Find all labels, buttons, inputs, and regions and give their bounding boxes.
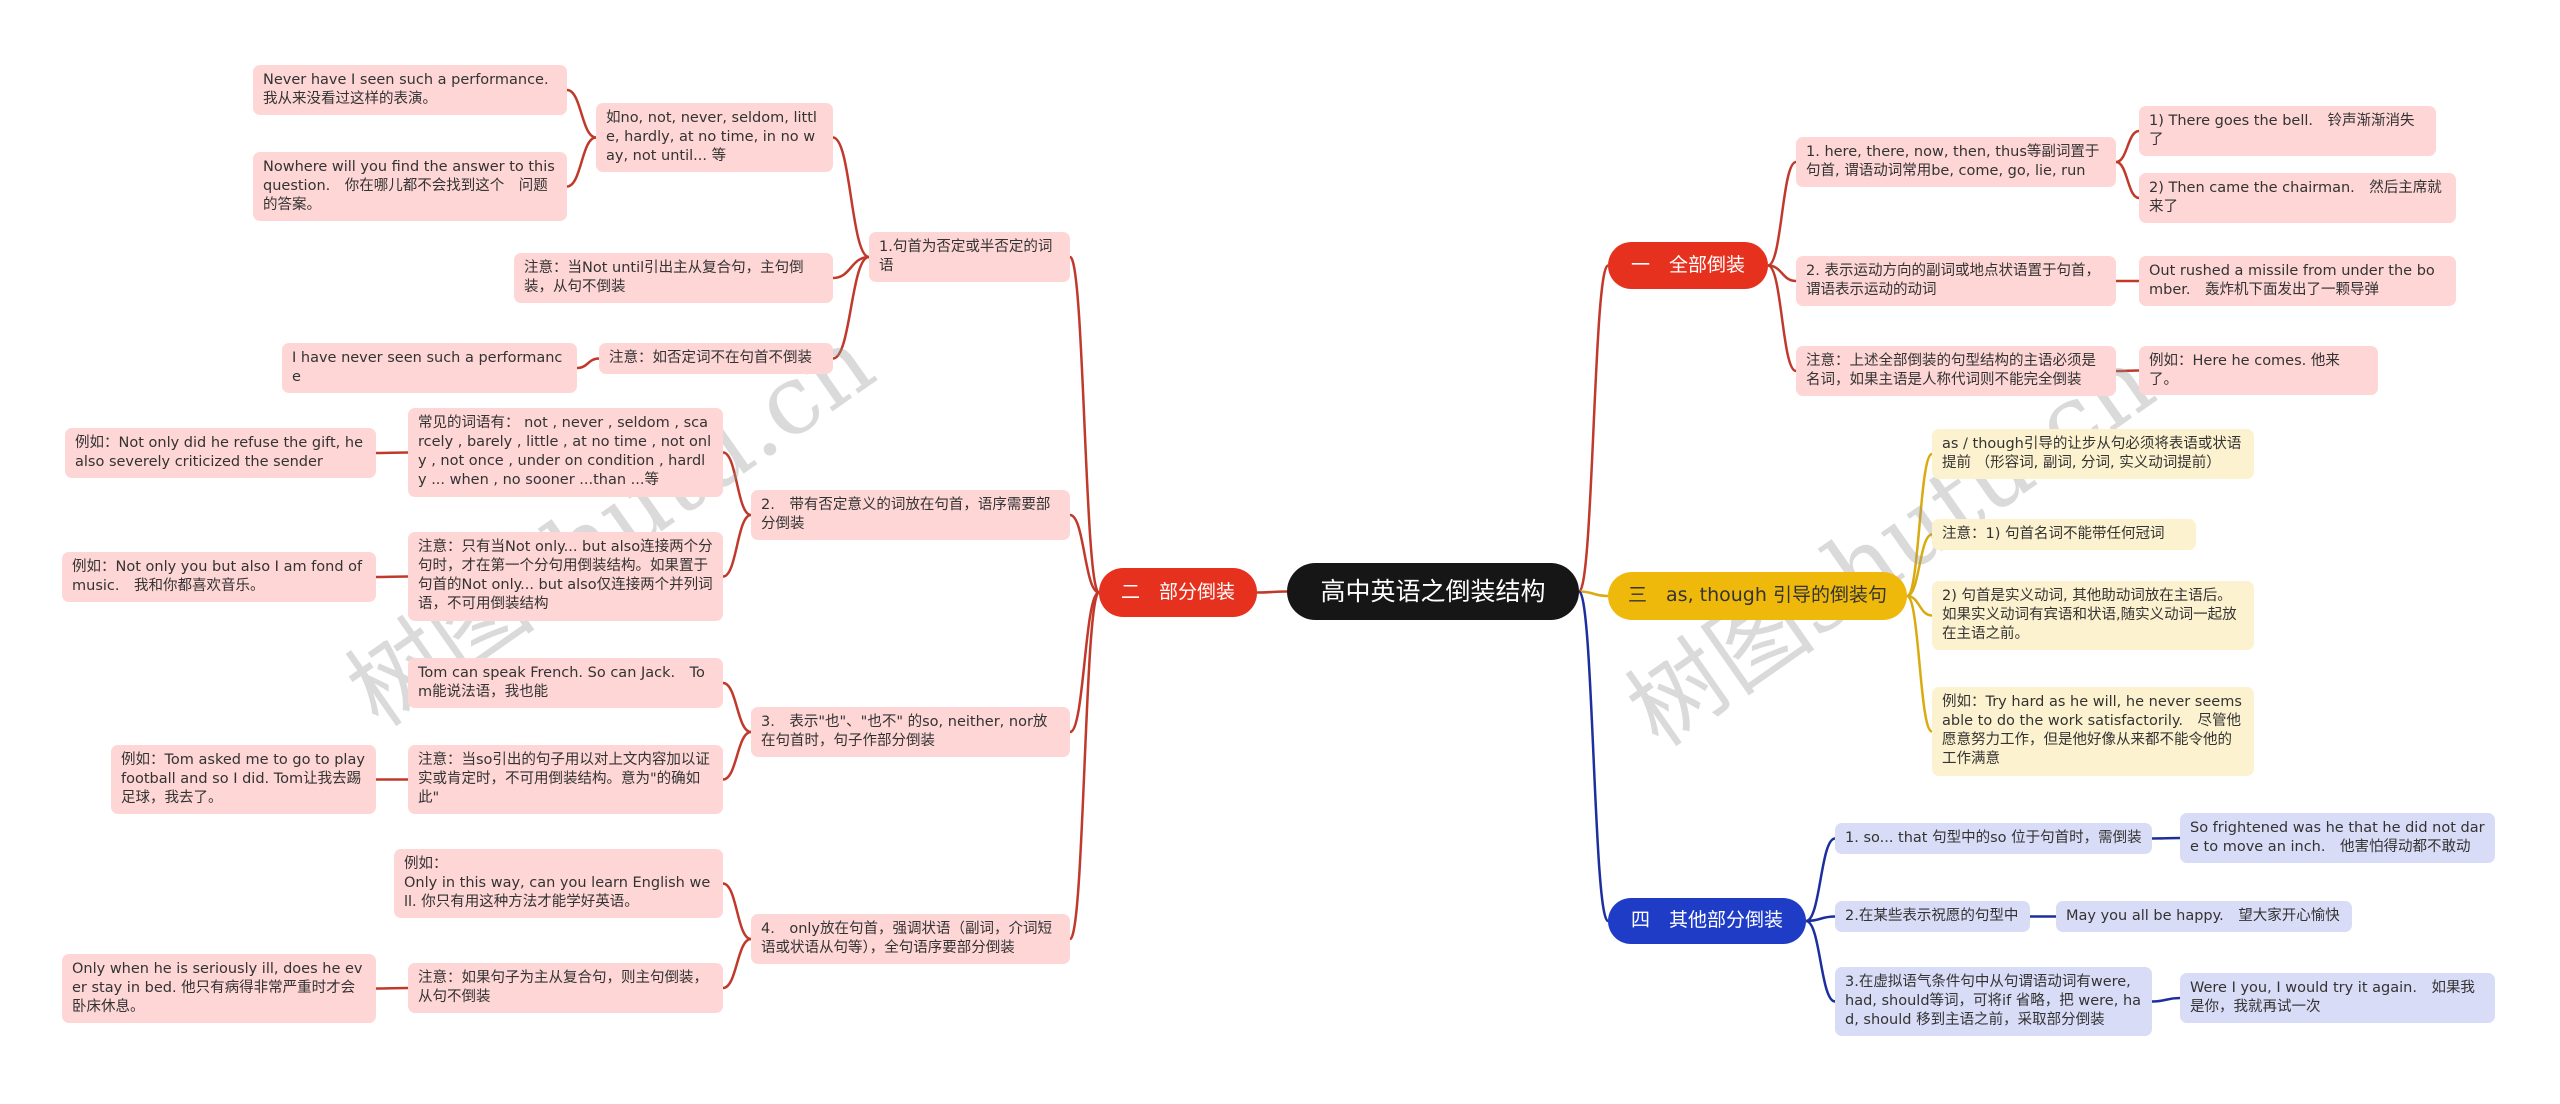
connector-line <box>566 136 597 188</box>
node[interactable]: 2. 带有否定意义的词放在句首，语序需要部分倒装 <box>751 490 1070 541</box>
connector-line <box>1905 594 1934 733</box>
example-node[interactable]: So frightened was he that he did not dar… <box>2180 813 2495 864</box>
example-node[interactable]: 2) Then came the chairman. 然后主席就来了 <box>2139 173 2456 224</box>
node[interactable]: 2. 表示运动方向的副词或地点状语置于句首，谓语表示运动的动词 <box>1796 256 2116 307</box>
connector-line <box>2151 836 2181 840</box>
example-node[interactable]: 例如： Only in this way, can you learn Engl… <box>394 849 723 919</box>
connector-line <box>1906 533 1933 598</box>
connector-line <box>1068 591 1101 941</box>
connector-line <box>832 255 870 360</box>
example-node[interactable]: 例如：Try hard as he will, he never seems a… <box>1932 687 2254 776</box>
example-node[interactable]: Only when he is seriously ill, does he e… <box>62 954 376 1024</box>
note-node[interactable]: 注意：只有当Not only... but also连接两个分句时，才在第一个分… <box>408 532 723 621</box>
note-node[interactable]: 注意：如否定词不在句首不倒装 <box>599 343 833 375</box>
connector-line <box>2115 160 2140 200</box>
connector-line <box>1577 264 1610 593</box>
root-topic[interactable]: 高中英语之倒装结构 <box>1287 563 1579 620</box>
connector-line <box>566 88 597 139</box>
node[interactable]: 3.在虚拟语气条件句中从句谓语动词有were, had, should等词，可将… <box>1835 967 2152 1037</box>
connector-line <box>722 730 752 781</box>
example-node[interactable]: Nowhere will you find the answer to this… <box>253 152 567 222</box>
example-node[interactable]: Tom can speak French. So can Jack. Tom能说… <box>408 658 723 709</box>
node[interactable]: 4. only放在句首，强调状语（副词，介词短语或状语从句等），全句语序要部分倒… <box>751 914 1070 965</box>
connector-line <box>1577 590 1610 923</box>
branch-full-inversion[interactable]: 一 全部倒装 <box>1608 242 1768 289</box>
node[interactable]: 1.句首为否定或半否定的词语 <box>869 232 1070 283</box>
example-node[interactable]: Out rushed a missile from under the bomb… <box>2139 256 2456 307</box>
example-node[interactable]: May you all be happy. 望大家开心愉快 <box>2056 901 2352 933</box>
connector-line <box>1905 452 1934 598</box>
example-node[interactable]: 例如：Not only did he refuse the gift, he a… <box>65 428 376 479</box>
connector-line <box>1578 590 1609 598</box>
connector-line <box>722 937 752 990</box>
connector-line <box>1256 590 1288 594</box>
node[interactable]: 2.在某些表示祝愿的句型中 <box>1835 901 2030 933</box>
node[interactable]: 1. here, there, now, then, thus等副词置于句首, … <box>1796 137 2116 188</box>
node[interactable]: 2) 句首是实义动词, 其他助动词放在主语后。如果实义动词有宾语和状语,随实义动… <box>1932 581 2254 651</box>
example-node[interactable]: 例如：Here he comes. 他来了。 <box>2139 346 2378 395</box>
node[interactable]: 常见的词语有： not , never , seldom , scarcely … <box>408 408 723 497</box>
example-node[interactable]: 例如：Tom asked me to go to play football a… <box>111 745 376 815</box>
example-node[interactable]: 例如：Not only you but also I am fond of mu… <box>62 552 376 603</box>
example-node[interactable]: 1) There goes the bell. 铃声渐渐消失了 <box>2139 106 2436 157</box>
connector-line <box>1068 255 1101 594</box>
connector-line <box>375 575 409 579</box>
branch-partial-inversion[interactable]: 二 部分倒装 <box>1099 568 1257 617</box>
connector-line <box>375 986 409 990</box>
connector-line <box>832 136 870 259</box>
connector-line <box>2115 129 2140 164</box>
connector-line <box>375 451 409 455</box>
connector-line <box>722 681 752 734</box>
connector-line <box>722 513 752 578</box>
branch-other-partial[interactable]: 四 其他部分倒装 <box>1608 898 1806 944</box>
note-node[interactable]: 注意：当Not until引出主从复合句，主句倒装，从句不倒装 <box>514 253 833 304</box>
note-node[interactable]: 注意：1) 句首名词不能带任何冠词 <box>1932 519 2196 551</box>
connector-line <box>722 882 752 941</box>
node[interactable]: 3. 表示"也"、"也不" 的so, neither, nor放在句首时，句子作… <box>751 707 1070 758</box>
note-node[interactable]: 注意：上述全部倒装的句型结构的主语必须是名词，如果主语是人称代词则不能完全倒装 <box>1796 346 2116 397</box>
branch-as-though[interactable]: 三 as, though 引导的倒装句 <box>1608 572 1907 620</box>
example-node[interactable]: I have never seen such a performance <box>282 343 577 394</box>
connector-line <box>2115 369 2140 373</box>
connector-line <box>576 357 600 370</box>
connector-line <box>2151 996 2181 1003</box>
example-node[interactable]: Never have I seen such a performance. 我从… <box>253 65 567 116</box>
node[interactable]: 1. so... that 句型中的so 位于句首时，需倒装 <box>1835 823 2152 855</box>
connector-line <box>1767 160 1797 267</box>
node[interactable]: as / though引导的让步从句必须将表语或状语提前 （形容词, 副词, 分… <box>1932 429 2254 480</box>
connector-line <box>722 451 752 517</box>
connector-line <box>1068 591 1101 734</box>
connector-line <box>1805 837 1836 923</box>
note-node[interactable]: 注意：如果句子为主从复合句，则主句倒装，从句不倒装 <box>408 963 723 1014</box>
node[interactable]: 如no, not, never, seldom, little, hardly,… <box>596 103 833 173</box>
example-node[interactable]: Were I you, I would try it again. 如果我是你，… <box>2180 973 2495 1024</box>
note-node[interactable]: 注意：当so引出的句子用以对上文内容加以证实或肯定时，不可用倒装结构。意为"的确… <box>408 745 723 815</box>
connector-line <box>1805 919 1836 1003</box>
